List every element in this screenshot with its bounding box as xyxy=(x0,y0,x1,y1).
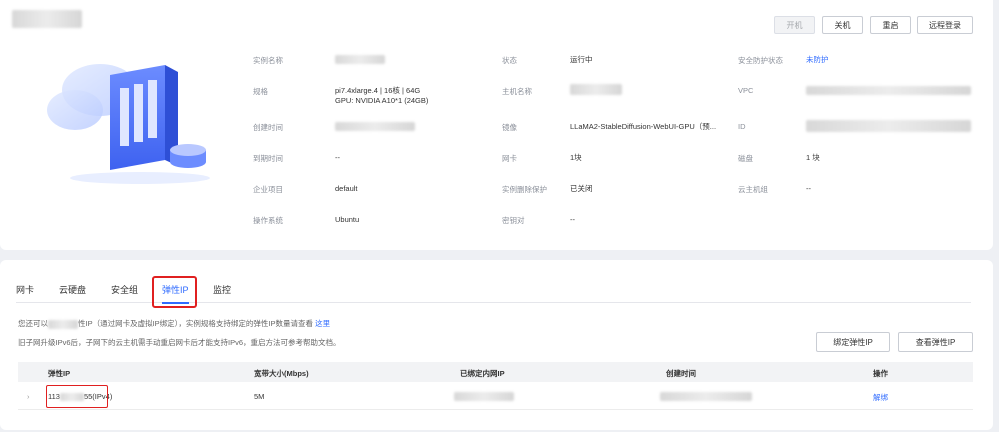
tab-nic[interactable]: 网卡 xyxy=(16,283,34,303)
expire-time-value: -- xyxy=(335,153,340,162)
tab-monitor[interactable]: 监控 xyxy=(213,283,231,303)
created-time-redacted xyxy=(660,392,752,401)
created-time-label: 创建时间 xyxy=(253,123,283,132)
power-off-button[interactable]: 关机 xyxy=(822,16,863,34)
ip-highlight-box xyxy=(46,385,108,408)
hostname-label: 主机名称 xyxy=(502,87,532,96)
server-group-value: -- xyxy=(806,184,811,193)
vpc-label: VPC xyxy=(738,86,754,95)
instance-name-redacted xyxy=(12,10,82,28)
id-value-redacted xyxy=(806,120,971,132)
nic-value: 1块 xyxy=(570,153,582,162)
image-value: LLaMA2-StableDiffusion-WebUI-GPU（预... xyxy=(570,122,717,131)
unbind-link[interactable]: 解绑 xyxy=(873,392,888,403)
info-redacted xyxy=(48,319,78,329)
created-time-value-redacted xyxy=(335,122,415,131)
os-value: Ubuntu xyxy=(335,215,360,224)
view-eip-button[interactable]: 查看弹性IP xyxy=(898,332,973,352)
remote-login-button[interactable]: 远程登录 xyxy=(917,16,973,34)
server-group-label: 云主机组 xyxy=(738,185,768,194)
info-line-2: 旧子网升级IPv6后，子网下的云主机需手动重启网卡后才能支持IPv6，重启方法可… xyxy=(18,338,341,347)
security-status-label: 安全防护状态 xyxy=(738,56,783,65)
bandwidth-cell: 5M xyxy=(254,392,265,401)
tab-cloud-disk[interactable]: 云硬盘 xyxy=(59,283,86,303)
info-line-1: 您还可以 性IP（通过网卡及虚拟IP绑定），实例规格支持绑定的弹性IP数量请查看 … xyxy=(18,319,331,329)
instance-name-value-redacted xyxy=(335,55,385,64)
nic-label: 网卡 xyxy=(502,154,517,163)
disk-label: 磁盘 xyxy=(738,154,753,163)
table-row: › 113 55(IPv4) 5M 解绑 xyxy=(18,383,973,410)
th-private-ip: 已绑定内网IP xyxy=(460,369,505,378)
enterprise-project-label: 企业项目 xyxy=(253,185,283,194)
enterprise-project-value: default xyxy=(335,184,358,193)
security-status-link[interactable]: 未防护 xyxy=(806,55,829,65)
private-ip-redacted xyxy=(454,392,514,401)
vpc-value-redacted xyxy=(806,86,971,95)
status-label: 状态 xyxy=(502,56,517,65)
tab-security-group[interactable]: 安全组 xyxy=(111,283,138,303)
spec-gpu-value: GPU: NVIDIA A10*1 (24GB) xyxy=(335,96,429,105)
spec-label: 规格 xyxy=(253,87,268,96)
info-here-link[interactable]: 这里 xyxy=(315,319,330,328)
delete-protection-value: 已关闭 xyxy=(570,184,593,193)
expand-row-chevron-icon[interactable]: › xyxy=(27,392,30,401)
th-bandwidth: 宽带大小(Mbps) xyxy=(254,369,309,378)
eip-table-header: 弹性IP 宽带大小(Mbps) 已绑定内网IP 创建时间 操作 xyxy=(18,362,973,382)
keypair-label: 密钥对 xyxy=(502,216,525,225)
th-eip: 弹性IP xyxy=(48,369,71,378)
instance-name-label: 实例名称 xyxy=(253,56,283,65)
spec-value: pi7.4xlarge.4 | 16核 | 64G xyxy=(335,86,421,95)
delete-protection-label: 实例删除保护 xyxy=(502,185,547,194)
restart-button[interactable]: 重启 xyxy=(870,16,911,34)
status-value: 运行中 xyxy=(570,55,593,64)
expire-time-label: 到期时间 xyxy=(253,154,283,163)
disk-value: 1 块 xyxy=(806,153,820,162)
hostname-value-redacted xyxy=(570,84,622,95)
th-action: 操作 xyxy=(873,369,888,378)
bind-eip-button[interactable]: 绑定弹性IP xyxy=(816,332,890,352)
instance-summary-card: 开机 关机 重启 远程登录 实例名称 规格 pi7.4xlarge.4 | 16… xyxy=(0,0,993,250)
th-created-time: 创建时间 xyxy=(666,369,696,378)
power-on-button[interactable]: 开机 xyxy=(774,16,815,34)
os-label: 操作系统 xyxy=(253,216,283,225)
server-cloud-illustration-icon xyxy=(47,64,210,184)
keypair-value: -- xyxy=(570,215,575,224)
tab-highlight-box xyxy=(152,276,197,308)
image-label: 镜像 xyxy=(502,123,517,132)
id-label: ID xyxy=(738,122,746,131)
